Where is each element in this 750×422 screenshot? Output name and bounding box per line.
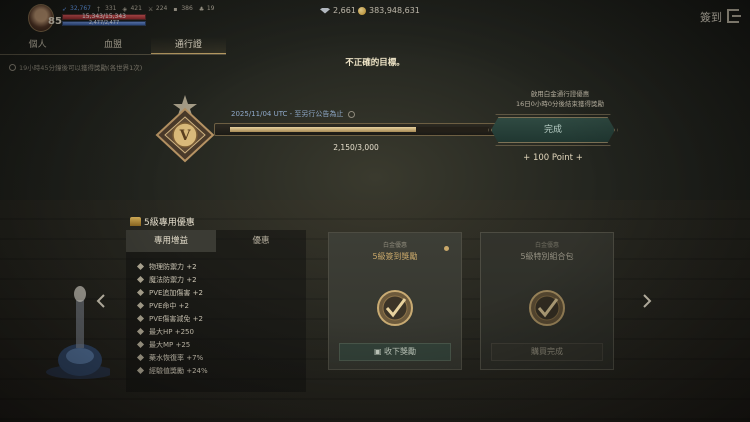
clover-icon: ♣ — [198, 5, 205, 13]
coin-icon — [358, 6, 366, 15]
reward-card-package[interactable]: 白金優惠 5級特別組合包 購買完成 — [480, 232, 614, 370]
tab-personal[interactable]: 個人 — [0, 37, 75, 54]
purchase-complete-button[interactable]: 購買完成 — [491, 343, 603, 361]
main-tabs: 個人 血盟 通行證 — [0, 37, 226, 54]
diamond-bullet-icon — [136, 353, 145, 362]
tab-benefits[interactable]: 優惠 — [216, 230, 306, 252]
gold-currency: 383,948,631 — [358, 6, 420, 15]
stat-item: † 331 — [97, 5, 117, 13]
list-item: 物理防禦力 +2 — [136, 260, 306, 273]
exit-icon[interactable] — [727, 9, 741, 23]
sword-icon: † — [97, 5, 100, 13]
chevron-right-icon[interactable] — [641, 294, 653, 308]
diamond-bullet-icon — [136, 262, 145, 271]
stat-item: ▪ 386 — [173, 5, 193, 13]
card-title: 5級特別組合包 — [520, 252, 574, 261]
premium-note: 啟用白金通行證優惠 16日0小時0分後結束獲得獎勵 — [515, 90, 605, 108]
reward-card-signin[interactable]: 白金優惠 5級簽到獎勵 ▣ 收下獎勵 — [328, 232, 462, 370]
list-item: PVE追加傷害 +2 — [136, 286, 306, 299]
list-item: 魔法防禦力 +2 — [136, 273, 306, 286]
progress-track — [230, 127, 489, 132]
shield-icon: ◈ — [122, 5, 128, 13]
check-badge-icon — [529, 290, 565, 326]
stat-item: ♣ 19 — [198, 5, 215, 13]
tab-clan[interactable]: 血盟 — [75, 37, 150, 54]
list-item: PVE傷害減免 +2 — [136, 312, 306, 325]
stat-item: ➶ 32,767 — [62, 5, 91, 13]
diamond-bullet-icon — [136, 340, 145, 349]
check-badge-icon — [377, 290, 413, 326]
benefits-list: 物理防禦力 +2 魔法防禦力 +2 PVE追加傷害 +2 PVE命中 +2 PV… — [126, 252, 306, 377]
list-item: 最大MP +25 — [136, 338, 306, 351]
toast-message: 不正確的目標。 — [345, 58, 405, 68]
gem-currency: 2,661 — [320, 6, 356, 15]
diamond-bullet-icon — [136, 366, 145, 375]
diamond-bullet-icon — [136, 275, 145, 284]
player-level: 85 — [48, 16, 62, 27]
pass-period: 2025/11/04 UTC - 至另行公告為止 — [231, 109, 356, 119]
tab-pass[interactable]: 通行證 — [150, 37, 226, 54]
tabs-divider — [0, 54, 226, 55]
emblem-letter: V — [179, 128, 192, 144]
progress-fill — [230, 127, 416, 132]
signin-button[interactable]: 簽到 — [700, 9, 722, 25]
card-subtitle: 白金優惠 — [534, 242, 559, 249]
info-dot-icon — [444, 246, 449, 251]
section-title: 5級專用優惠 — [130, 215, 195, 228]
card-subtitle: 白金優惠 — [382, 242, 407, 249]
mp-text: 2,477/2,477 — [88, 20, 120, 26]
gift-icon: ▣ — [373, 347, 385, 356]
list-item: 經驗值獎勵 +24% — [136, 364, 306, 377]
axe-icon: ⚔ — [147, 5, 154, 13]
diamond-bullet-icon — [136, 327, 145, 336]
info-icon[interactable] — [348, 110, 356, 118]
pass-points: + 100 Point + — [523, 153, 583, 163]
tab-exclusive-buff[interactable]: 專用增益 — [126, 230, 216, 252]
list-item: 最大HP +250 — [136, 325, 306, 338]
pass-emblem: V — [155, 95, 215, 163]
benefits-tabs: 專用增益 優惠 — [126, 230, 306, 252]
stat-item: ⚔ 224 — [147, 5, 168, 13]
stat-item: ◈ 421 — [122, 5, 142, 13]
list-item: PVE命中 +2 — [136, 299, 306, 312]
card-title: 5級簽到獎勵 — [372, 252, 418, 261]
boot-icon: ▪ — [173, 5, 178, 13]
wing-icon: ➶ — [62, 5, 68, 13]
hp-text: 15,343/15,343 — [81, 13, 126, 20]
complete-button[interactable]: 完成 — [491, 117, 615, 143]
pass-progress-bar — [214, 123, 498, 136]
stats-row: ➶ 32,767 † 331 ◈ 421 ⚔ 224 ▪ 386 ♣ 19 — [62, 5, 215, 13]
diamond-icon — [320, 7, 330, 14]
claim-reward-button[interactable]: ▣ 收下獎勵 — [339, 343, 451, 361]
diamond-bullet-icon — [136, 288, 145, 297]
chevron-left-icon[interactable] — [95, 294, 107, 308]
diamond-bullet-icon — [136, 314, 145, 323]
chest-icon — [130, 217, 141, 226]
list-item: 藥水恢復率 +7% — [136, 351, 306, 364]
oil-lamp-decoration — [46, 286, 110, 379]
pass-progress-text: 2,150/3,000 — [333, 143, 379, 152]
top-bar: 85 ➶ 32,767 † 331 ◈ 421 ⚔ 224 ▪ 386 ♣ 19 15,34… — [0, 0, 750, 34]
diamond-bullet-icon — [136, 301, 145, 310]
benefits-panel: 專用增益 優惠 物理防禦力 +2 魔法防禦力 +2 PVE追加傷害 +2 PVE… — [126, 230, 306, 392]
mp-bar: 2,477/2,477 — [62, 20, 146, 26]
